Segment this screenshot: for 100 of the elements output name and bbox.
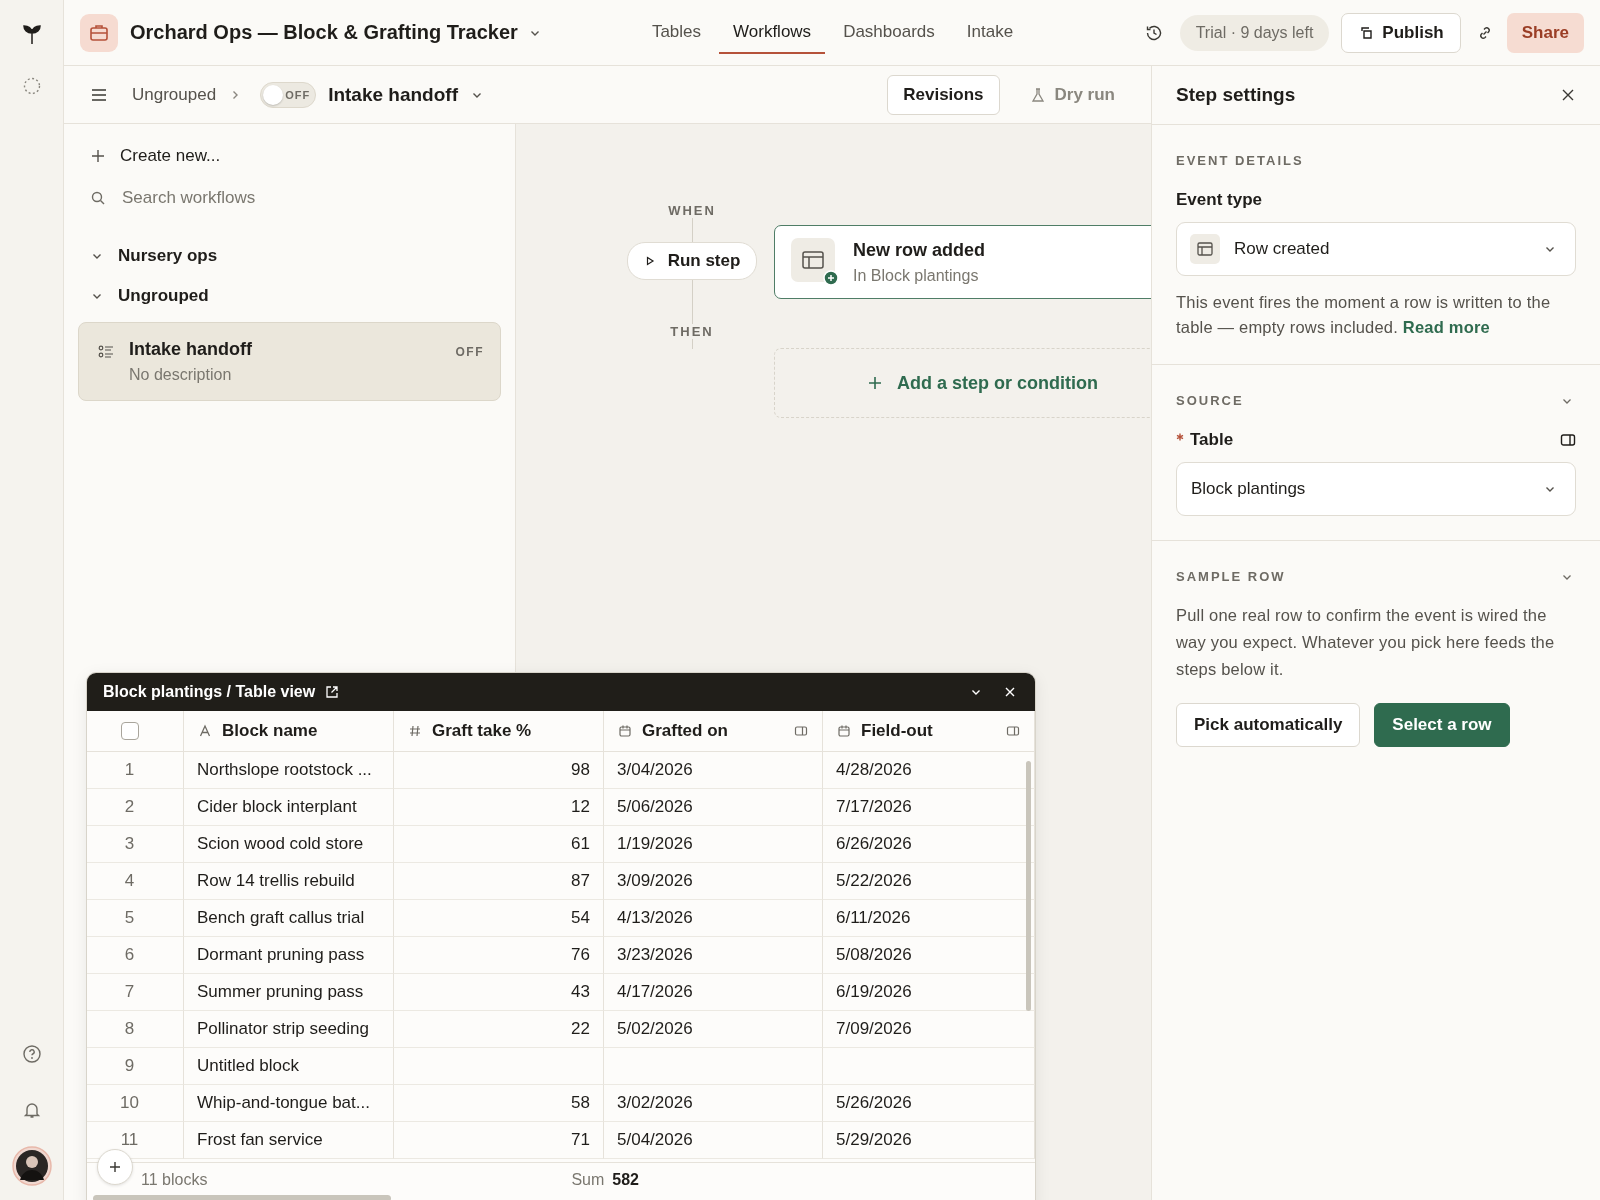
- table-cell: 76: [394, 937, 604, 974]
- row-number: 5: [87, 900, 184, 937]
- column-header[interactable]: Field-out: [861, 721, 933, 741]
- nav-tab[interactable]: Intake: [952, 11, 1028, 54]
- flask-icon: [1029, 86, 1046, 103]
- notifications-icon[interactable]: [21, 1100, 42, 1120]
- section-heading: SOURCE: [1176, 393, 1244, 408]
- table-cell: Cider block interplant: [184, 789, 394, 826]
- table-add-icon: [791, 238, 839, 286]
- row-number: 10: [87, 1085, 184, 1122]
- table-cell: 61: [394, 826, 604, 863]
- nav-tab[interactable]: Dashboards: [829, 11, 949, 54]
- help-icon[interactable]: [21, 1044, 42, 1064]
- table-cell: 4/13/2026: [604, 900, 823, 937]
- number-type-icon: [408, 724, 422, 738]
- table-cell: 5/26/2026: [823, 1085, 1035, 1122]
- publish-icon: [1358, 24, 1375, 41]
- close-icon[interactable]: [1003, 685, 1017, 699]
- breadcrumb-link[interactable]: Ungrouped: [132, 84, 217, 105]
- share-button[interactable]: Share: [1506, 12, 1584, 53]
- row-count: 11 blocks: [141, 1171, 208, 1189]
- table-cell: 4/17/2026: [604, 974, 823, 1011]
- table-cell: 5/04/2026: [604, 1122, 823, 1159]
- panel-title: Block plantings / Table view: [103, 683, 316, 701]
- table-cell: Dormant pruning pass: [184, 937, 394, 974]
- trial-badge: Trial · 9 days left: [1179, 14, 1330, 51]
- app-title: Orchard Ops — Block & Grafting Tracker: [130, 21, 518, 44]
- sample-row-description: Pull one real row to confirm the event is wired the way you expect. Whatever you pick here feeds the steps below it.: [1176, 605, 1556, 680]
- briefcase-icon: [80, 13, 118, 52]
- row-number: 8: [87, 1011, 184, 1048]
- table-cell: Northslope rootstock ...: [184, 752, 394, 789]
- select-row-button[interactable]: Select a row: [1374, 703, 1510, 747]
- column-header[interactable]: Grafted on: [642, 721, 728, 741]
- toggle-switch[interactable]: OFF: [260, 81, 317, 108]
- field-label: Table: [1190, 430, 1234, 450]
- loading-icon[interactable]: [21, 76, 42, 96]
- plus-icon: [867, 375, 883, 391]
- add-row-button[interactable]: [97, 1149, 133, 1185]
- sum-label: Sum: [571, 1171, 605, 1189]
- workflow-card[interactable]: Intake handoff No description OFF: [78, 322, 501, 401]
- table-cell: Bench graft callus trial: [184, 900, 394, 937]
- section-heading: EVENT DETAILS: [1176, 153, 1305, 168]
- row-number: 3: [87, 826, 184, 863]
- status-label: OFF: [455, 345, 484, 359]
- event-type-select[interactable]: Row created: [1176, 222, 1576, 276]
- read-more-link[interactable]: Read more: [1402, 318, 1490, 336]
- plus-icon: [90, 148, 106, 164]
- table-icon: [1190, 234, 1220, 264]
- table-cell: 5/02/2026: [604, 1011, 823, 1048]
- table-select[interactable]: Block plantings: [1176, 462, 1576, 516]
- table-cell: 43: [394, 974, 604, 1011]
- search-field[interactable]: Search workflows: [120, 187, 424, 209]
- close-icon[interactable]: [1560, 87, 1576, 103]
- node-subtitle: In Block plantings: [853, 266, 980, 285]
- table-cell: 3/04/2026: [604, 752, 823, 789]
- revisions-button[interactable]: Revisions: [887, 74, 1000, 115]
- pick-automatically-button[interactable]: Pick automatically: [1176, 703, 1361, 747]
- publish-button[interactable]: Publish: [1341, 12, 1461, 53]
- plus-icon: [108, 1160, 122, 1174]
- horizontal-scrollbar[interactable]: [93, 1195, 391, 1200]
- run-step-button[interactable]: Run step: [626, 242, 758, 280]
- table-cell: 3/23/2026: [604, 937, 823, 974]
- field-label: Event type: [1176, 190, 1263, 210]
- row-number: 7: [87, 974, 184, 1011]
- panel-title: Step settings: [1176, 84, 1296, 106]
- column-header[interactable]: Graft take %: [432, 721, 532, 741]
- table-cell: Frost fan service: [184, 1122, 394, 1159]
- column-header[interactable]: Block name: [222, 721, 318, 741]
- table-cell: 3/09/2026: [604, 863, 823, 900]
- external-link-icon[interactable]: [325, 685, 340, 699]
- nav-tab[interactable]: Workflows: [719, 11, 826, 54]
- table-cell: Scion wood cold store: [184, 826, 394, 863]
- section-heading: SAMPLE ROW: [1176, 569, 1286, 584]
- table-cell: 58: [394, 1085, 604, 1122]
- table-cell: 22: [394, 1011, 604, 1048]
- table-cell: Summer pruning pass: [184, 974, 394, 1011]
- table-cell: Row 14 trellis rebuild: [184, 863, 394, 900]
- node-title: New row added: [853, 239, 986, 261]
- row-number: 6: [87, 937, 184, 974]
- nav-tab[interactable]: Tables: [637, 11, 716, 54]
- row-number: 2: [87, 789, 184, 826]
- when-label: WHEN: [668, 203, 716, 218]
- panel-icon[interactable]: [1560, 432, 1576, 448]
- sum-value: 582: [612, 1171, 639, 1189]
- select-all-checkbox[interactable]: [121, 722, 139, 740]
- table-cell: 12: [394, 789, 604, 826]
- table-cell: 54: [394, 900, 604, 937]
- table-cell: Whip-and-tongue bat...: [184, 1085, 394, 1122]
- trigger-node[interactable]: New row added In Block plantings: [774, 225, 1151, 299]
- group-header[interactable]: Ungrouped: [78, 282, 501, 310]
- workflow-description: No description: [129, 366, 233, 384]
- avatar[interactable]: [11, 1146, 52, 1186]
- vertical-scrollbar[interactable]: [1026, 761, 1031, 1011]
- list-icon: [97, 343, 115, 361]
- then-label: THEN: [670, 324, 714, 339]
- table-cell: 1/19/2026: [604, 826, 823, 863]
- group-header[interactable]: Nursery ops: [78, 242, 501, 270]
- workflow-name: Intake handoff: [328, 83, 458, 106]
- create-new-button[interactable]: Create new...: [78, 142, 501, 170]
- table-cell: 98: [394, 752, 604, 789]
